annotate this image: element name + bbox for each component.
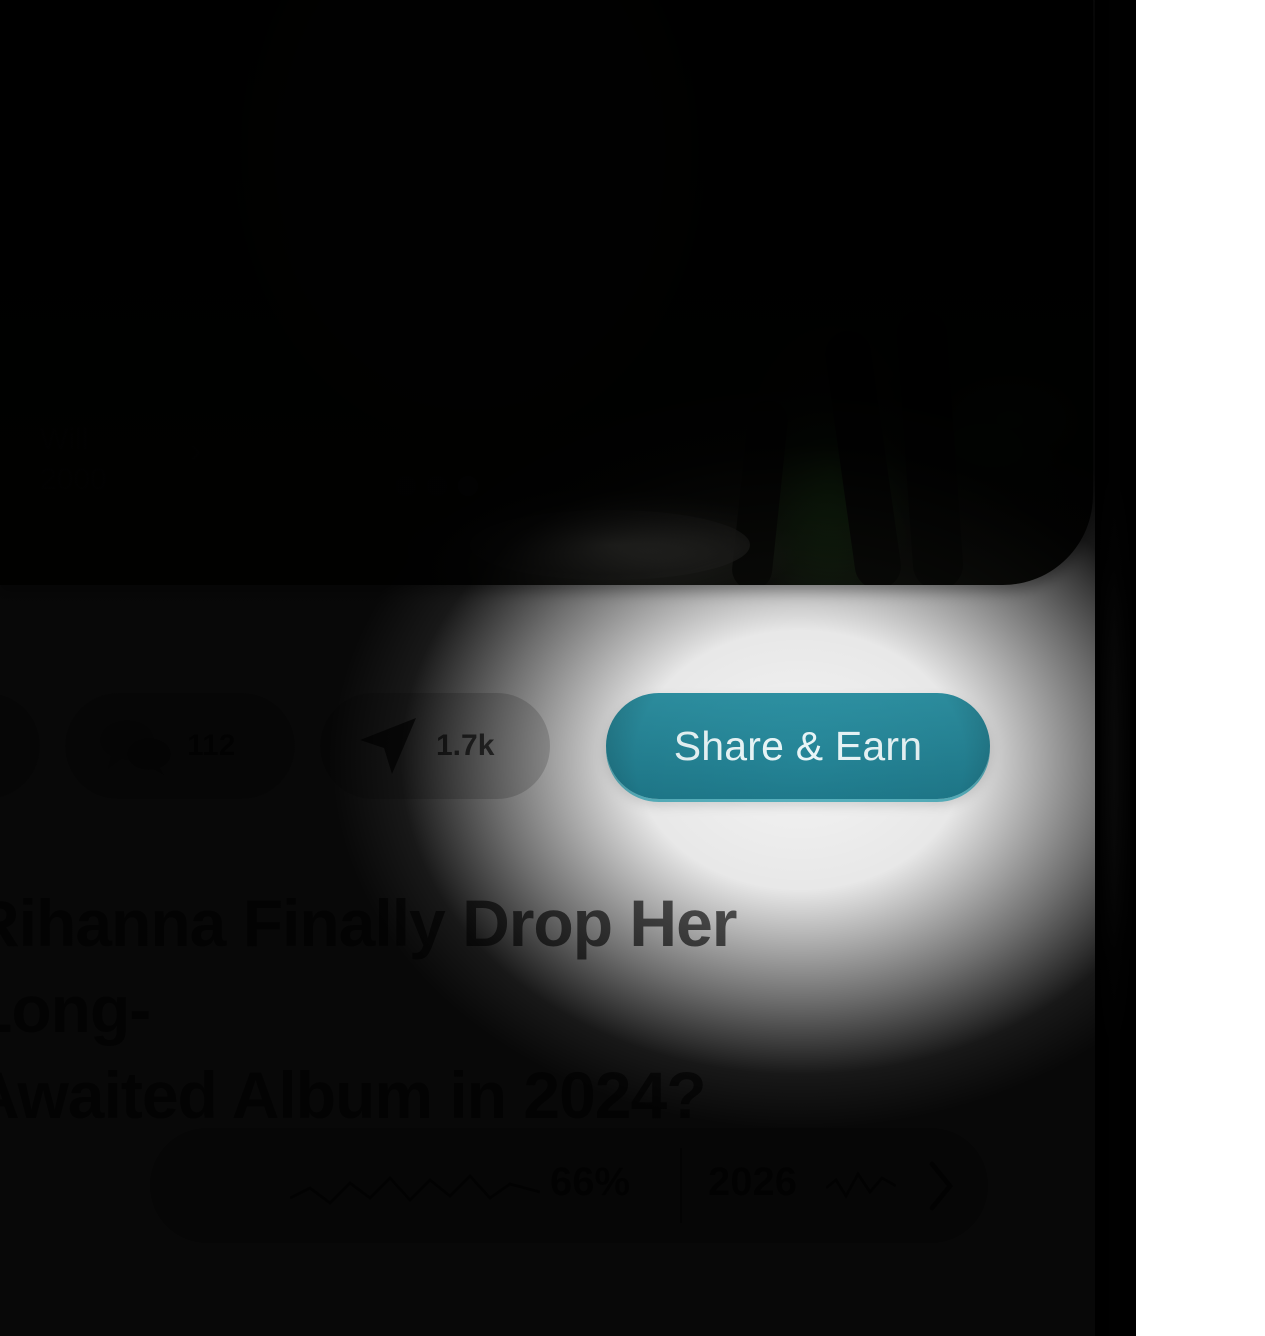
phone-frame-edge (1100, 0, 1136, 1336)
prediction-percent: 66% (550, 1160, 631, 1204)
hair-braid (895, 308, 965, 585)
prediction-bar[interactable]: 66% 2026 (150, 1128, 988, 1243)
headline-line1: Rihanna Finally Drop Her Long- (0, 886, 737, 1046)
share-button[interactable]: 1.7k (320, 693, 550, 799)
chat-bubbles-icon (100, 720, 171, 776)
chevron-right-icon[interactable] (926, 1158, 956, 1214)
trend-sparkline (290, 1173, 540, 1205)
prediction-year: 2026 (708, 1160, 797, 1204)
article-headline[interactable]: Rihanna Finally Drop Her Long- Awaited A… (0, 880, 932, 1138)
hero-chevron-icon[interactable]: › (190, 432, 201, 471)
app-screen: Will 2000 › 112 1.7k Share & Earn ihanna… (0, 0, 1095, 1336)
hero-meta-line1: Will (40, 423, 89, 456)
necklace (470, 510, 750, 580)
carousel-dot[interactable] (427, 476, 447, 496)
headline-line2: Awaited Album in 2024? (0, 1058, 707, 1132)
share-and-earn-button[interactable]: Share & Earn (606, 693, 990, 799)
share-count: 1.7k (436, 729, 495, 762)
carousel-dot-active[interactable] (458, 476, 478, 496)
prediction-divider (680, 1148, 682, 1223)
hero-meta: Will 2000 (40, 420, 107, 500)
hero-meta-line2: 2000 (40, 463, 107, 496)
article-hero-image[interactable]: Will 2000 › (0, 0, 1093, 585)
hair-braid (822, 328, 904, 585)
year-sparkline (826, 1171, 896, 1199)
carousel-dot[interactable] (396, 476, 416, 496)
comment-count: 112 (187, 729, 236, 762)
reaction-button[interactable] (0, 693, 40, 799)
paper-plane-icon (360, 718, 416, 774)
carousel-indicator[interactable] (396, 476, 478, 496)
screenshot-scene: Will 2000 › 112 1.7k Share & Earn ihanna… (0, 0, 1136, 1336)
comment-button[interactable]: 112 (65, 693, 295, 799)
